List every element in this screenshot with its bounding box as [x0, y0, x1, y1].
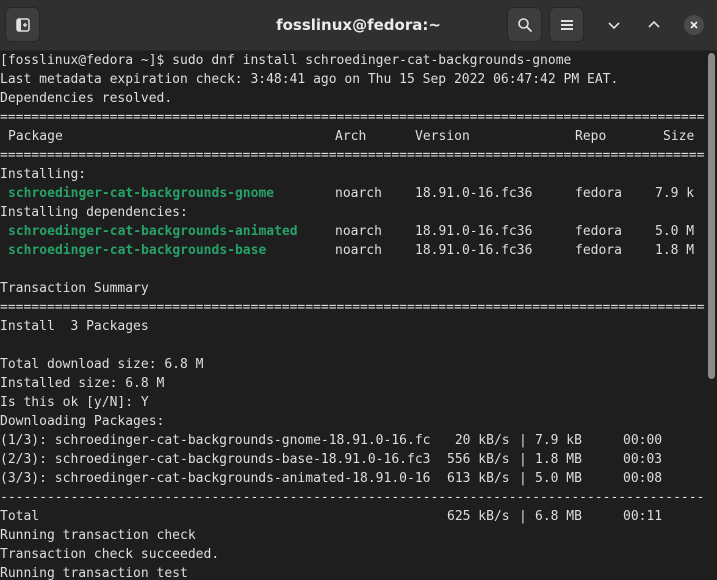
package-row: schroedinger-cat-backgrounds-animated no…	[0, 222, 705, 241]
header-package: Package	[8, 129, 63, 144]
download-separator: |	[519, 471, 527, 486]
package-row: schroedinger-cat-backgrounds-gnome noarc…	[0, 184, 705, 203]
package-size: 1.8 M	[655, 243, 695, 258]
total-rate: 625 kB/s	[447, 509, 510, 524]
chevron-up-icon	[648, 20, 660, 28]
total-separator: |	[519, 509, 527, 524]
prompt-line: [fosslinux@fedora ~]$ sudo dnf install s…	[0, 53, 572, 68]
downloading-line: Downloading Packages:	[0, 414, 165, 429]
menu-button[interactable]	[549, 7, 584, 42]
check-succeeded-line: Transaction check succeeded.	[0, 547, 220, 562]
hamburger-menu-icon	[560, 19, 573, 30]
new-tab-button[interactable]	[5, 7, 40, 42]
running-test-line: Running transaction test	[0, 566, 188, 580]
running-check-line: Running transaction check	[0, 528, 196, 543]
total-row: Total 625 kB/s | 6.8 MB 00:11	[0, 507, 705, 526]
package-repo: fedora	[575, 243, 622, 258]
deps-resolved-line: Dependencies resolved.	[0, 91, 173, 106]
separator-line: ========================================…	[0, 300, 705, 315]
download-separator: |	[519, 433, 527, 448]
download-separator: |	[519, 452, 527, 467]
minimize-button[interactable]	[598, 9, 630, 41]
download-size: 7.9 kB	[535, 433, 582, 448]
download-row: (2/3): schroedinger-cat-backgrounds-base…	[0, 450, 705, 469]
header-size: Size	[663, 129, 695, 144]
transaction-summary-line: Transaction Summary	[0, 281, 149, 296]
maximize-button[interactable]	[638, 9, 670, 41]
package-size: 5.0 M	[655, 224, 695, 239]
package-repo: fedora	[575, 224, 622, 239]
separator-line: ========================================…	[0, 148, 705, 163]
terminal-window: fosslinux@fedora:~ [fosslinux@fedora ~]$…	[0, 0, 717, 580]
download-rate: 556 kB/s	[447, 452, 510, 467]
separator-line: ========================================…	[0, 110, 705, 125]
search-icon	[517, 17, 532, 32]
download-row: (3/3): schroedinger-cat-backgrounds-anim…	[0, 469, 705, 488]
download-size: 5.0 MB	[535, 471, 582, 486]
download-file: (1/3): schroedinger-cat-backgrounds-gnom…	[0, 433, 431, 448]
package-arch: noarch	[335, 243, 382, 258]
package-name: schroedinger-cat-backgrounds-gnome	[8, 186, 275, 201]
header-version: Version	[415, 129, 470, 144]
window-title: fosslinux@fedora:~	[276, 16, 441, 34]
download-rate: 20 kB/s	[447, 433, 510, 448]
metadata-line: Last metadata expiration check: 3:48:41 …	[0, 72, 619, 87]
header-repo: Repo	[575, 129, 607, 144]
new-tab-icon	[15, 17, 30, 32]
installed-size-line: Installed size: 6.8 M	[0, 376, 165, 391]
confirm-line: Is this ok [y/N]: Y	[0, 395, 149, 410]
package-name: schroedinger-cat-backgrounds-base	[8, 243, 267, 258]
download-size: 1.8 MB	[535, 452, 582, 467]
close-icon	[690, 21, 698, 29]
package-version: 18.91.0-16.fc36	[415, 224, 533, 239]
download-time: 00:00	[623, 433, 663, 448]
download-time: 00:03	[623, 452, 663, 467]
total-download-line: Total download size: 6.8 M	[0, 357, 204, 372]
download-file: (2/3): schroedinger-cat-backgrounds-base…	[0, 452, 431, 467]
download-rate: 613 kB/s	[447, 471, 510, 486]
scrollbar[interactable]	[705, 51, 717, 580]
header-arch: Arch	[335, 129, 367, 144]
download-file: (3/3): schroedinger-cat-backgrounds-anim…	[0, 471, 431, 486]
download-time: 00:08	[623, 471, 663, 486]
table-header-row: Package Arch Version Repo Size	[0, 127, 705, 146]
total-size: 6.8 MB	[535, 509, 582, 524]
package-name: schroedinger-cat-backgrounds-animated	[8, 224, 298, 239]
package-size: 7.9 k	[655, 186, 695, 201]
install-count-line: Install 3 Packages	[0, 319, 149, 334]
chevron-down-icon	[608, 22, 620, 30]
search-button[interactable]	[507, 7, 542, 42]
package-arch: noarch	[335, 186, 382, 201]
dash-separator-line: ----------------------------------------…	[0, 490, 705, 505]
package-version: 18.91.0-16.fc36	[415, 186, 533, 201]
close-button[interactable]	[678, 9, 710, 41]
close-circle	[684, 15, 704, 35]
total-label: Total	[0, 509, 40, 524]
package-arch: noarch	[335, 224, 382, 239]
download-row: (1/3): schroedinger-cat-backgrounds-gnom…	[0, 431, 705, 450]
total-time: 00:11	[623, 509, 663, 524]
package-row: schroedinger-cat-backgrounds-base noarch…	[0, 241, 705, 260]
package-repo: fedora	[575, 186, 622, 201]
installing-deps-label: Installing dependencies:	[0, 205, 188, 220]
terminal-output[interactable]: [fosslinux@fedora ~]$ sudo dnf install s…	[0, 51, 705, 580]
scrollbar-thumb[interactable]	[708, 53, 715, 379]
package-version: 18.91.0-16.fc36	[415, 243, 533, 258]
installing-label: Installing:	[0, 167, 87, 182]
titlebar: fosslinux@fedora:~	[0, 0, 717, 51]
